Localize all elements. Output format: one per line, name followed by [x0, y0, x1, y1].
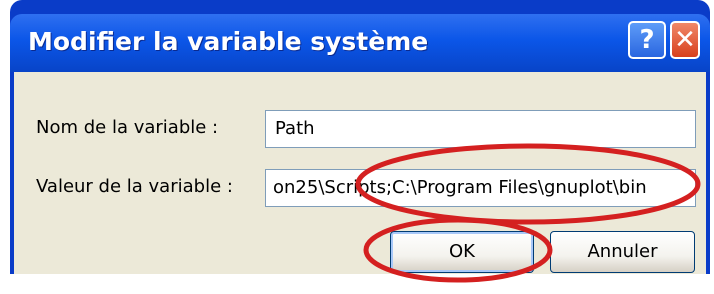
title-bar[interactable]: Modifier la variable système ? ✕ [10, 14, 710, 72]
help-icon: ? [639, 25, 655, 55]
variable-name-input[interactable]: Path [265, 110, 696, 148]
variable-value-input[interactable]: on25\Scripts;C:\Program Files\gnuplot\bi… [265, 169, 696, 207]
dialog-body: Nom de la variable : Path Valeur de la v… [14, 72, 706, 274]
variable-name-label: Nom de la variable : [36, 117, 219, 138]
ok-button[interactable]: OK [390, 231, 534, 273]
variable-value-label: Valeur de la variable : [36, 176, 233, 197]
help-button[interactable]: ? [628, 21, 666, 59]
cancel-button[interactable]: Annuler [550, 231, 695, 273]
dialog-title: Modifier la variable système [28, 27, 429, 56]
close-icon: ✕ [674, 25, 696, 55]
close-button[interactable]: ✕ [670, 21, 700, 59]
